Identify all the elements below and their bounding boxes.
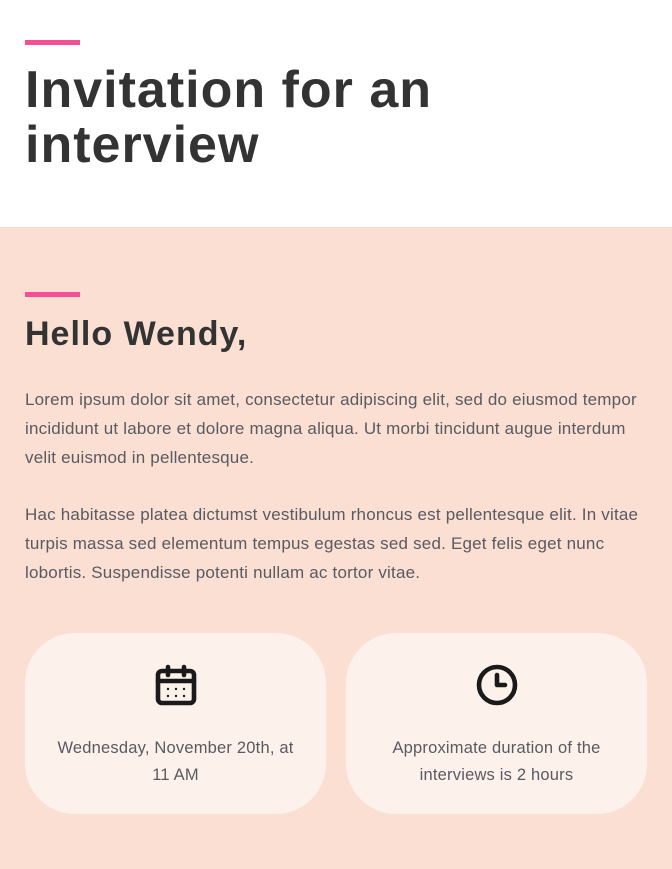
clock-icon	[371, 661, 622, 709]
duration-text: Approximate duration of the interviews i…	[371, 735, 622, 789]
accent-bar	[25, 292, 80, 297]
greeting: Hello Wendy,	[25, 315, 647, 354]
accent-bar	[25, 40, 80, 45]
header-section: Invitation for an interview	[0, 0, 672, 227]
body-section: Hello Wendy, Lorem ipsum dolor sit amet,…	[0, 227, 672, 869]
info-cards-row: Wednesday, November 20th, at 11 AM Appro…	[25, 633, 647, 814]
date-card: Wednesday, November 20th, at 11 AM	[25, 633, 326, 814]
page-title: Invitation for an interview	[25, 63, 647, 172]
duration-card: Approximate duration of the interviews i…	[346, 633, 647, 814]
date-text: Wednesday, November 20th, at 11 AM	[50, 735, 301, 789]
calendar-icon	[50, 661, 301, 709]
intro-paragraph: Lorem ipsum dolor sit amet, consectetur …	[25, 386, 647, 473]
intro-paragraph: Hac habitasse platea dictumst vestibulum…	[25, 501, 647, 588]
